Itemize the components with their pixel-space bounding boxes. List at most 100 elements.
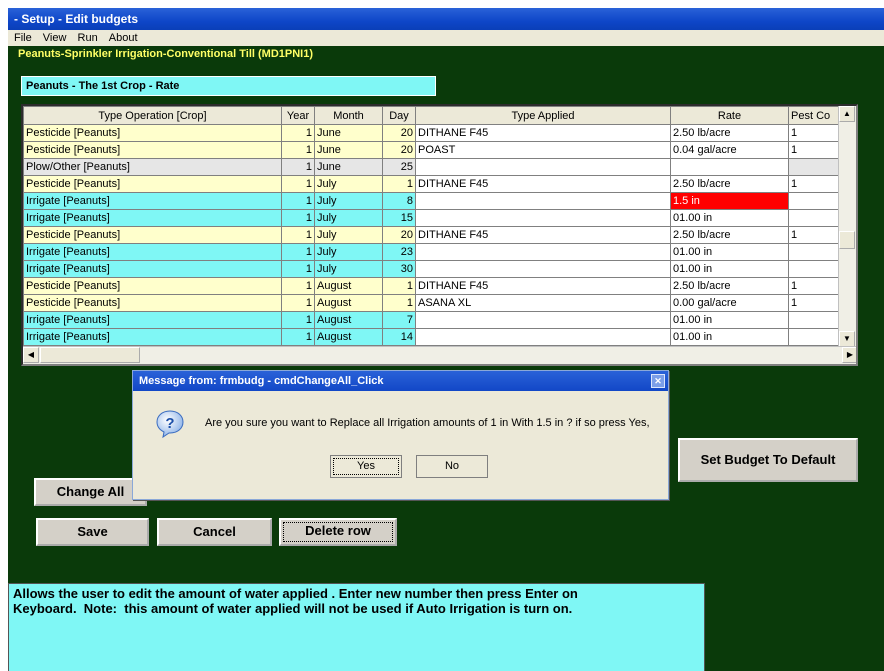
cell-rate[interactable] [670, 158, 789, 176]
table-row[interactable]: Irrigate [Peanuts] 1 July 8 1.5 in [23, 192, 843, 210]
table-row[interactable]: Irrigate [Peanuts] 1 August 14 01.00 in [23, 328, 843, 346]
table-row[interactable]: Pesticide [Peanuts] 1 August 1 ASANA XL 0.00 … [23, 294, 843, 312]
cell-month[interactable]: July [314, 260, 383, 278]
cell-year[interactable]: 1 [281, 243, 315, 261]
cell-pest-code[interactable] [788, 243, 843, 261]
delete-row-button[interactable]: Delete row [279, 518, 397, 546]
cell-pest-code[interactable]: 1 [788, 124, 843, 142]
cell-rate[interactable]: 01.00 in [670, 209, 789, 227]
cell-day[interactable]: 20 [382, 226, 416, 244]
cell-type-applied[interactable] [415, 192, 671, 210]
cell-type-applied[interactable]: DITHANE F45 [415, 226, 671, 244]
cell-pest-code[interactable] [788, 158, 843, 176]
col-header-day[interactable]: Day [382, 106, 416, 125]
cell-operation[interactable]: Irrigate [Peanuts] [23, 209, 282, 227]
menu-view[interactable]: View [43, 30, 67, 46]
cell-month[interactable]: July [314, 175, 383, 193]
cell-rate[interactable]: 01.00 in [670, 243, 789, 261]
cell-operation[interactable]: Plow/Other [Peanuts] [23, 158, 282, 176]
col-header-operation[interactable]: Type Operation [Crop] [23, 106, 282, 125]
cell-rate[interactable]: 2.50 lb/acre [670, 277, 789, 295]
cell-year[interactable]: 1 [281, 277, 315, 295]
cell-type-applied[interactable] [415, 209, 671, 227]
cell-year[interactable]: 1 [281, 192, 315, 210]
cell-day[interactable]: 1 [382, 175, 416, 193]
cell-day[interactable]: 14 [382, 328, 416, 346]
cell-rate[interactable]: 2.50 lb/acre [670, 124, 789, 142]
cell-year[interactable]: 1 [281, 226, 315, 244]
cell-pest-code[interactable] [788, 209, 843, 227]
cell-pest-code[interactable] [788, 192, 843, 210]
cancel-button[interactable]: Cancel [157, 518, 272, 546]
cell-operation[interactable]: Irrigate [Peanuts] [23, 328, 282, 346]
cell-operation[interactable]: Pesticide [Peanuts] [23, 294, 282, 312]
col-header-month[interactable]: Month [314, 106, 383, 125]
cell-rate[interactable]: 01.00 in [670, 311, 789, 329]
cell-month[interactable]: June [314, 124, 383, 142]
yes-button[interactable]: Yes [330, 455, 402, 478]
cell-pest-code[interactable]: 1 [788, 141, 843, 159]
horizontal-scroll-thumb[interactable] [40, 347, 140, 363]
cell-day[interactable]: 25 [382, 158, 416, 176]
col-header-pest-code[interactable]: Pest Co [788, 106, 843, 125]
no-button[interactable]: No [416, 455, 488, 478]
cell-type-applied[interactable]: DITHANE F45 [415, 124, 671, 142]
cell-month[interactable]: August [314, 294, 383, 312]
cell-day[interactable]: 23 [382, 243, 416, 261]
cell-month[interactable]: June [314, 158, 383, 176]
vertical-scroll-thumb[interactable] [839, 231, 855, 249]
close-icon[interactable]: ✕ [651, 374, 665, 388]
table-row[interactable]: Pesticide [Peanuts] 1 July 1 DITHANE F45 2.50… [23, 175, 843, 193]
cell-type-applied[interactable] [415, 328, 671, 346]
cell-month[interactable]: June [314, 141, 383, 159]
cell-pest-code[interactable]: 1 [788, 175, 843, 193]
set-budget-default-button[interactable]: Set Budget To Default [678, 438, 858, 482]
budget-grid[interactable]: Type Operation [Crop] Year Month Day Typ… [21, 104, 858, 366]
col-header-rate[interactable]: Rate [670, 106, 789, 125]
cell-operation[interactable]: Pesticide [Peanuts] [23, 175, 282, 193]
table-row[interactable]: Irrigate [Peanuts] 1 July 30 01.00 in [23, 260, 843, 278]
table-row[interactable]: Irrigate [Peanuts] 1 August 7 01.00 in [23, 311, 843, 329]
cell-operation[interactable]: Irrigate [Peanuts] [23, 311, 282, 329]
menu-about[interactable]: About [109, 30, 138, 46]
cell-rate[interactable]: 0.04 gal/acre [670, 141, 789, 159]
cell-operation[interactable]: Irrigate [Peanuts] [23, 243, 282, 261]
scroll-down-icon[interactable]: ▼ [839, 331, 855, 347]
cell-type-applied[interactable]: POAST [415, 141, 671, 159]
cell-type-applied[interactable]: ASANA XL [415, 294, 671, 312]
col-header-year[interactable]: Year [281, 106, 315, 125]
cell-rate[interactable]: 2.50 lb/acre [670, 175, 789, 193]
cell-year[interactable]: 1 [281, 209, 315, 227]
cell-operation[interactable]: Pesticide [Peanuts] [23, 226, 282, 244]
cell-operation[interactable]: Pesticide [Peanuts] [23, 277, 282, 295]
cell-year[interactable]: 1 [281, 175, 315, 193]
cell-pest-code[interactable]: 1 [788, 277, 843, 295]
scroll-up-icon[interactable]: ▲ [839, 106, 855, 122]
cell-pest-code[interactable]: 1 [788, 294, 843, 312]
vertical-scrollbar[interactable]: ▲ ▼ [838, 106, 856, 347]
cell-month[interactable]: August [314, 277, 383, 295]
cell-rate[interactable]: 0.00 gal/acre [670, 294, 789, 312]
menu-file[interactable]: File [14, 30, 32, 46]
col-header-type-applied[interactable]: Type Applied [415, 106, 671, 125]
cell-rate[interactable]: 2.50 lb/acre [670, 226, 789, 244]
cell-pest-code[interactable]: 1 [788, 226, 843, 244]
cell-day[interactable]: 15 [382, 209, 416, 227]
cell-operation[interactable]: Irrigate [Peanuts] [23, 192, 282, 210]
cell-year[interactable]: 1 [281, 260, 315, 278]
cell-day[interactable]: 1 [382, 294, 416, 312]
table-row[interactable]: Irrigate [Peanuts] 1 July 23 01.00 in [23, 243, 843, 261]
table-row[interactable]: Pesticide [Peanuts] 1 June 20 DITHANE F45 2.5… [23, 124, 843, 142]
cell-month[interactable]: July [314, 243, 383, 261]
cell-month[interactable]: August [314, 311, 383, 329]
table-row[interactable]: Pesticide [Peanuts] 1 July 20 DITHANE F45 2.5… [23, 226, 843, 244]
cell-year[interactable]: 1 [281, 294, 315, 312]
cell-year[interactable]: 1 [281, 311, 315, 329]
cell-day[interactable]: 30 [382, 260, 416, 278]
cell-pest-code[interactable] [788, 311, 843, 329]
cell-type-applied[interactable] [415, 311, 671, 329]
cell-month[interactable]: July [314, 226, 383, 244]
scroll-left-icon[interactable]: ◀ [23, 347, 39, 363]
cell-year[interactable]: 1 [281, 124, 315, 142]
cell-type-applied[interactable]: DITHANE F45 [415, 175, 671, 193]
